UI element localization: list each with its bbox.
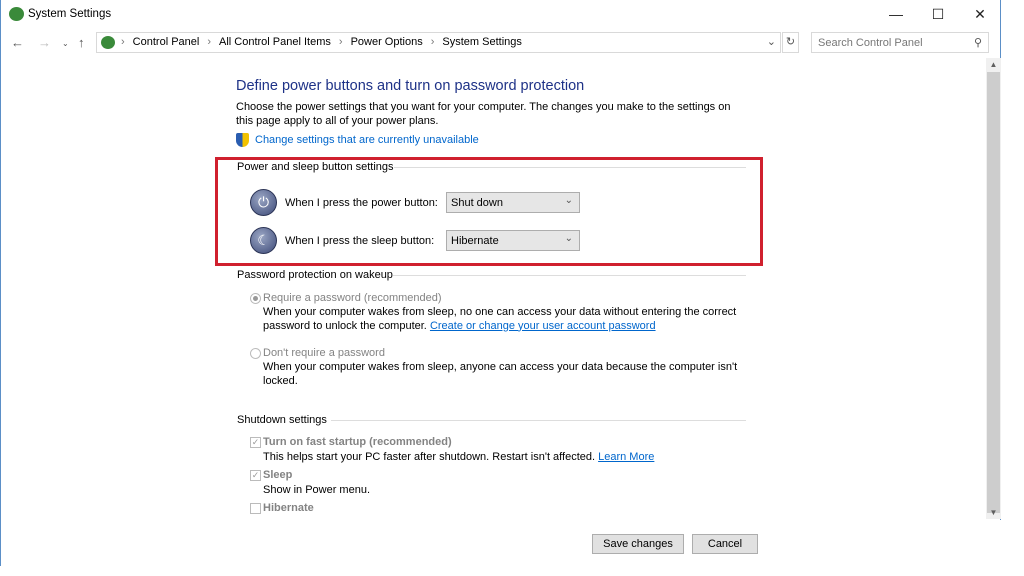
- power-button-icon: ⏻: [250, 189, 277, 216]
- shield-icon: [236, 133, 249, 147]
- save-changes-button[interactable]: Save changes: [592, 534, 684, 554]
- refresh-icon[interactable]: ↻: [782, 32, 799, 53]
- up-arrow-icon[interactable]: ↑: [78, 35, 85, 50]
- chevron-down-icon: ⌄: [564, 233, 573, 244]
- window-title: System Settings: [28, 8, 112, 20]
- search-icon: ⚲: [973, 37, 982, 49]
- control-panel-icon: [9, 7, 24, 21]
- sleep-label: Sleep: [263, 469, 293, 481]
- maximize-button[interactable]: ☐: [923, 4, 953, 24]
- minimize-button[interactable]: —: [881, 4, 911, 24]
- no-password-label: Don't require a password: [263, 347, 385, 359]
- sleep-checkbox[interactable]: ✓: [250, 470, 261, 481]
- recent-chevron-icon[interactable]: ⌄: [62, 39, 69, 48]
- fast-startup-label: Turn on fast startup (recommended): [263, 436, 452, 448]
- change-settings-link[interactable]: Change settings that are currently unava…: [255, 134, 479, 146]
- power-sleep-heading: Power and sleep button settings: [237, 161, 394, 173]
- scroll-up-icon[interactable]: ▲: [986, 60, 1001, 69]
- hibernate-label: Hibernate: [263, 502, 314, 514]
- crumb-system-settings[interactable]: System Settings: [442, 36, 521, 48]
- sleep-button-icon: ☾: [250, 227, 277, 254]
- create-password-link[interactable]: Create or change your user account passw…: [430, 320, 656, 332]
- address-bar: ← → ⌄ ↑ › Control Panel › All Control Pan…: [1, 30, 1001, 55]
- page-title: Define power buttons and turn on passwor…: [236, 78, 585, 94]
- require-password-radio[interactable]: [250, 293, 261, 304]
- close-button[interactable]: ✕: [965, 4, 995, 24]
- learn-more-link[interactable]: Learn More: [598, 451, 654, 463]
- scrollbar-thumb[interactable]: [987, 72, 1000, 513]
- shutdown-heading: Shutdown settings: [237, 414, 327, 426]
- forward-arrow-icon[interactable]: →: [38, 35, 51, 50]
- no-password-desc: When your computer wakes from sleep, any…: [263, 361, 738, 387]
- title-bar: System Settings — ☐ ✕: [1, 0, 1001, 29]
- power-button-label: When I press the power button:: [285, 197, 438, 209]
- page-description: Choose the power settings that you want …: [236, 101, 731, 127]
- footer: [1, 520, 1001, 566]
- password-heading: Password protection on wakeup: [237, 269, 393, 281]
- no-password-radio[interactable]: [250, 348, 261, 359]
- cancel-button[interactable]: Cancel: [692, 534, 758, 554]
- chevron-down-icon[interactable]: ⌄: [767, 35, 776, 48]
- fast-startup-checkbox[interactable]: ✓: [250, 437, 261, 448]
- hibernate-checkbox[interactable]: [250, 503, 261, 514]
- breadcrumb[interactable]: › Control Panel › All Control Panel Items…: [96, 32, 781, 53]
- control-panel-icon: [101, 36, 115, 49]
- require-password-desc: When your computer wakes from sleep, no …: [263, 306, 737, 332]
- window: System Settings — ☐ ✕ ← → ⌄ ↑ › Control …: [0, 0, 1001, 566]
- crumb-all-items[interactable]: All Control Panel Items: [219, 36, 331, 48]
- power-button-select[interactable]: Shut down ⌄: [446, 192, 580, 213]
- sleep-button-select[interactable]: Hibernate ⌄: [446, 230, 580, 251]
- chevron-down-icon: ⌄: [564, 195, 573, 206]
- require-password-label: Require a password (recommended): [263, 292, 442, 304]
- fast-startup-desc: This helps start your PC faster after sh…: [263, 451, 655, 463]
- back-arrow-icon[interactable]: ←: [11, 35, 24, 50]
- sleep-button-label: When I press the sleep button:: [285, 235, 435, 247]
- sleep-desc: Show in Power menu.: [263, 484, 370, 496]
- crumb-power-options[interactable]: Power Options: [351, 36, 423, 48]
- scrollbar[interactable]: ▲ ▼: [986, 58, 1001, 519]
- scroll-down-icon[interactable]: ▼: [986, 508, 1001, 517]
- crumb-control-panel[interactable]: Control Panel: [133, 36, 200, 48]
- search-input[interactable]: Search Control Panel ⚲: [811, 32, 989, 53]
